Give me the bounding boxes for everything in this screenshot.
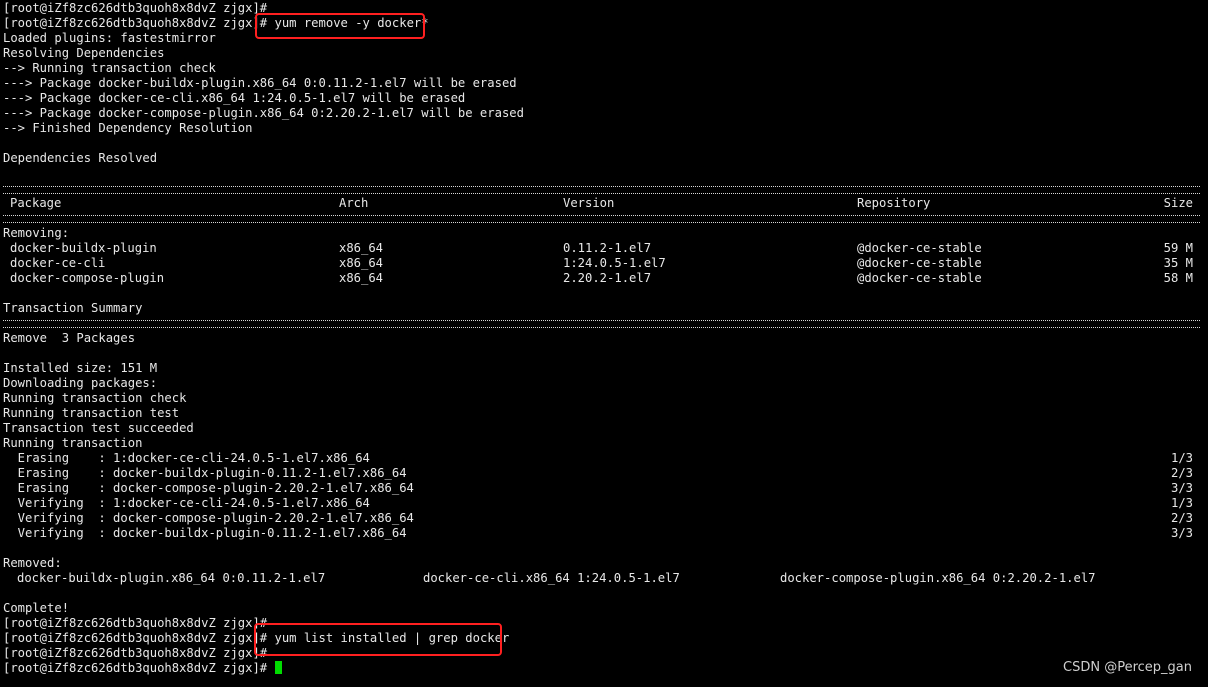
- output-line: --> Finished Dependency Resolution: [3, 121, 253, 135]
- cell-version: 0.11.2-1.el7: [563, 241, 652, 255]
- step-progress: 1/3: [1170, 451, 1193, 465]
- step-progress: 2/3: [1170, 466, 1193, 480]
- step-progress: 2/3: [1170, 511, 1193, 525]
- cell-size: 59 M: [1163, 241, 1193, 255]
- cell-repository: @docker-ce-stable: [857, 271, 982, 285]
- prompt-line: [root@iZf8zc626dtb3quoh8x8dvZ zjgx]#: [3, 1, 268, 15]
- highlight-box-list: [254, 623, 502, 656]
- active-prompt-line[interactable]: [root@iZf8zc626dtb3quoh8x8dvZ zjgx]#: [3, 661, 282, 676]
- step-line: Verifying : 1:docker-ce-cli-24.0.5-1.el7…: [3, 496, 370, 510]
- output-line: Installed size: 151 M: [3, 361, 158, 375]
- cell-package: docker-compose-plugin: [10, 271, 165, 285]
- output-line: Complete!: [3, 601, 70, 615]
- cell-arch: x86_64: [339, 241, 384, 255]
- step-line: Erasing : 1:docker-ce-cli-24.0.5-1.el7.x…: [3, 451, 370, 465]
- cell-package: docker-ce-cli: [10, 256, 106, 270]
- step-line: Verifying : docker-buildx-plugin-0.11.2-…: [3, 526, 407, 540]
- cell-repository: @docker-ce-stable: [857, 241, 982, 255]
- step-progress: 3/3: [1170, 481, 1193, 495]
- step-line: Erasing : docker-buildx-plugin-0.11.2-1.…: [3, 466, 407, 480]
- highlight-box-remove: [255, 13, 425, 39]
- cell-size: 35 M: [1163, 256, 1193, 270]
- table-header-version: Version: [563, 196, 615, 210]
- table-top-rule: [3, 186, 1200, 194]
- step-progress: 3/3: [1170, 526, 1193, 540]
- table-header-rule: [3, 215, 1200, 223]
- cursor-block: [274, 661, 282, 674]
- removed-item: docker-compose-plugin.x86_64 0:2.20.2-1.…: [780, 571, 1096, 585]
- watermark: CSDN @Percep_gan: [1063, 660, 1192, 675]
- terminal-window[interactable]: [root@iZf8zc626dtb3quoh8x8dvZ zjgx]# [ro…: [0, 0, 1208, 687]
- output-line: ---> Package docker-buildx-plugin.x86_64…: [3, 76, 517, 90]
- output-line: --> Running transaction check: [3, 61, 216, 75]
- output-line: ---> Package docker-ce-cli.x86_64 1:24.0…: [3, 91, 466, 105]
- output-line: Transaction test succeeded: [3, 421, 194, 435]
- summary-rule: [3, 320, 1200, 328]
- step-progress: 1/3: [1170, 496, 1193, 510]
- cell-arch: x86_64: [339, 256, 384, 270]
- table-header-repository: Repository: [857, 196, 931, 210]
- cell-size: 58 M: [1163, 271, 1193, 285]
- table-section-label: Removing:: [3, 226, 70, 240]
- output-line: Running transaction: [3, 436, 143, 450]
- step-line: Erasing : docker-compose-plugin-2.20.2-1…: [3, 481, 414, 495]
- cell-version: 2.20.2-1.el7: [563, 271, 652, 285]
- output-line: Loaded plugins: fastestmirror: [3, 31, 216, 45]
- removed-item: docker-buildx-plugin.x86_64 0:0.11.2-1.e…: [17, 571, 326, 585]
- step-line: Verifying : docker-compose-plugin-2.20.2…: [3, 511, 414, 525]
- output-line: Removed:: [3, 556, 62, 570]
- output-line: Remove 3 Packages: [3, 331, 136, 345]
- cell-arch: x86_64: [339, 271, 384, 285]
- cell-version: 1:24.0.5-1.el7: [563, 256, 666, 270]
- prompt-line: [root@iZf8zc626dtb3quoh8x8dvZ zjgx]#: [3, 616, 268, 630]
- output-line: Downloading packages:: [3, 376, 158, 390]
- table-header-package: Package: [10, 196, 62, 210]
- output-line: Resolving Dependencies: [3, 46, 165, 60]
- cell-repository: @docker-ce-stable: [857, 256, 982, 270]
- prompt-line: [root@iZf8zc626dtb3quoh8x8dvZ zjgx]#: [3, 646, 268, 660]
- table-header-size: Size: [1163, 196, 1193, 210]
- output-line: Running transaction test: [3, 406, 180, 420]
- output-line: ---> Package docker-compose-plugin.x86_6…: [3, 106, 524, 120]
- output-line: Running transaction check: [3, 391, 187, 405]
- cell-package: docker-buildx-plugin: [10, 241, 157, 255]
- output-line: Dependencies Resolved: [3, 151, 158, 165]
- output-line: Transaction Summary: [3, 301, 143, 315]
- removed-item: docker-ce-cli.x86_64 1:24.0.5-1.el7: [423, 571, 680, 585]
- table-header-arch: Arch: [339, 196, 369, 210]
